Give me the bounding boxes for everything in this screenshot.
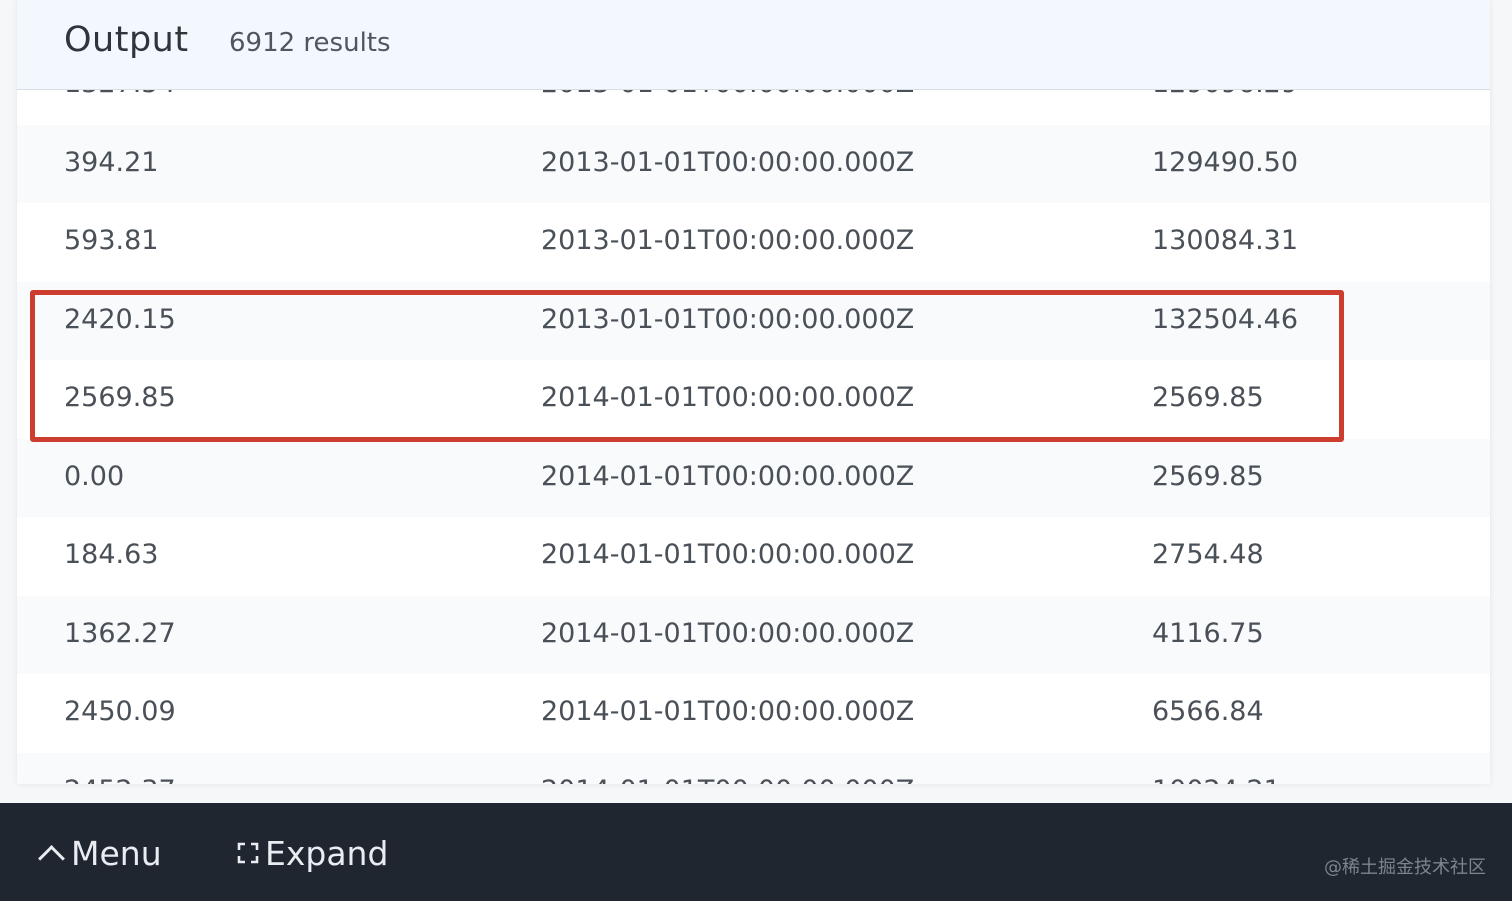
output-panel: Output 6912 results 1327.54 2013-01-01T0… [17, 0, 1490, 784]
result-count: 6912 results [229, 28, 391, 58]
table-cell: 2754.48 [1152, 539, 1264, 570]
table-cell: 394.21 [64, 146, 159, 178]
expand-icon [237, 842, 259, 864]
table-row: 2452.37 2014-01-01T00:00:00.000Z 10024.2… [17, 752, 1490, 785]
table-cell: 130084.31 [1152, 225, 1299, 256]
table-cell: 184.63 [64, 539, 159, 570]
table-row: 593.81 2013-01-01T00:00:00.000Z 130084.3… [17, 203, 1490, 282]
table-row: 2569.85 2014-01-01T00:00:00.000Z 2569.85 [17, 360, 1490, 439]
footer-bar: Menu Expand @稀土掘金技术社区 [0, 803, 1512, 901]
table-row: 1362.27 2014-01-01T00:00:00.000Z 4116.75 [17, 595, 1490, 674]
output-header: Output 6912 results [17, 0, 1490, 90]
table-cell: 129490.50 [1152, 146, 1299, 178]
watermark: @稀土掘金技术社区 [1324, 857, 1486, 878]
table-cell: 593.81 [64, 225, 159, 256]
table-row: 2420.15 2013-01-01T00:00:00.000Z 132504.… [17, 281, 1490, 360]
menu-button[interactable]: Menu [36, 831, 162, 875]
table-cell: 2013-01-01T00:00:00.000Z [541, 225, 915, 256]
chevron-up-icon [38, 844, 65, 872]
table-cell: 2014-01-01T00:00:00.000Z [541, 382, 915, 413]
table-cell: 2569.85 [64, 382, 176, 413]
table-cell: 2014-01-01T00:00:00.000Z [541, 696, 915, 727]
table-cell: 10024.21 [1152, 775, 1281, 785]
table-cell: 2013-01-01T00:00:00.000Z [541, 303, 915, 335]
table-cell: 0.00 [64, 460, 125, 492]
table-cell: 4116.75 [1152, 617, 1264, 649]
expand-button[interactable]: Expand [237, 831, 388, 875]
results-table[interactable]: 1327.54 2013-01-01T00:00:00.000Z 129096.… [17, 46, 1490, 784]
table-row: 184.63 2014-01-01T00:00:00.000Z 2754.48 [17, 517, 1490, 596]
table-cell: 2013-01-01T00:00:00.000Z [541, 146, 915, 178]
table-cell: 2014-01-01T00:00:00.000Z [541, 539, 915, 570]
table-cell: 2014-01-01T00:00:00.000Z [541, 617, 915, 649]
expand-label: Expand [265, 833, 389, 873]
table-cell: 2569.85 [1152, 382, 1264, 413]
table-cell: 2014-01-01T00:00:00.000Z [541, 460, 915, 492]
table-cell: 2420.15 [64, 303, 176, 335]
table-row: 394.21 2013-01-01T00:00:00.000Z 129490.5… [17, 124, 1490, 203]
table-row: 2450.09 2014-01-01T00:00:00.000Z 6566.84 [17, 674, 1490, 753]
output-title: Output [64, 20, 189, 60]
table-cell: 2452.37 [64, 775, 176, 785]
table-cell: 132504.46 [1152, 303, 1299, 335]
table-cell: 2450.09 [64, 696, 176, 727]
menu-label: Menu [71, 833, 162, 873]
table-cell: 2014-01-01T00:00:00.000Z [541, 775, 914, 785]
table-row: 0.00 2014-01-01T00:00:00.000Z 2569.85 [17, 438, 1490, 517]
table-cell: 1362.27 [64, 617, 176, 649]
table-cell: 2569.85 [1152, 460, 1264, 492]
table-cell: 6566.84 [1152, 696, 1264, 727]
